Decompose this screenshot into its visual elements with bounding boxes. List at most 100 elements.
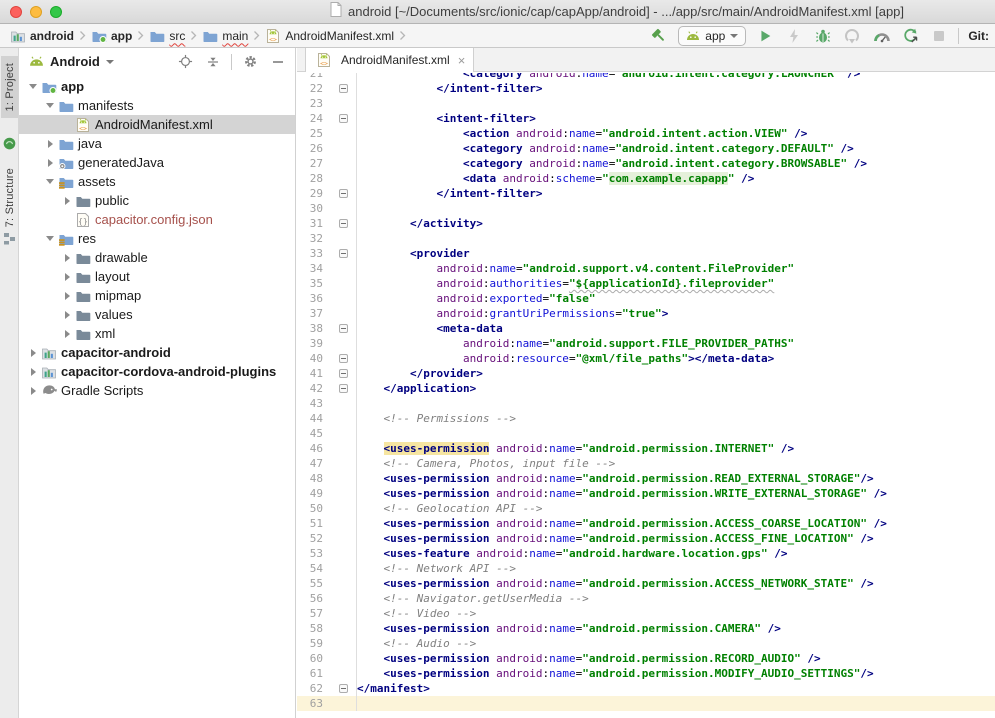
project-view-header[interactable]: Android <box>19 48 296 75</box>
code-line-53[interactable]: 53 <uses-feature android:name="android.h… <box>297 546 995 561</box>
code-text[interactable]: android:exported="false" <box>357 291 995 306</box>
breadcrumb-item-android[interactable]: android <box>8 28 76 44</box>
code-text[interactable]: <uses-permission android:name="android.p… <box>357 621 995 636</box>
code-text[interactable]: <uses-feature android:name="android.hard… <box>357 546 995 561</box>
code-text[interactable]: <category android:name="android.intent.c… <box>357 141 995 156</box>
code-text[interactable]: <!-- Navigator.getUserMedia --> <box>357 591 995 606</box>
tree-chevron-right-icon[interactable] <box>61 292 73 300</box>
code-text[interactable]: </intent-filter> <box>357 81 995 96</box>
captures-icon[interactable] <box>2 136 17 156</box>
tree-item-res[interactable]: res <box>19 229 296 248</box>
attach-profiler-icon[interactable] <box>842 26 862 46</box>
code-text[interactable]: <!-- Camera, Photos, input file --> <box>357 456 995 471</box>
code-line-30[interactable]: 30 <box>297 201 995 216</box>
code-line-37[interactable]: 37 android:grantUriPermissions="true"> <box>297 306 995 321</box>
tree-item-capacitor-android[interactable]: capacitor-android <box>19 343 296 362</box>
tree-chevron-right-icon[interactable] <box>44 140 56 148</box>
tree-item-xml[interactable]: xml <box>19 324 296 343</box>
code-line-25[interactable]: 25 <action android:name="android.intent.… <box>297 126 995 141</box>
code-text[interactable]: <uses-permission android:name="android.p… <box>357 441 995 456</box>
zoom-window-button[interactable] <box>50 6 62 18</box>
fold-marker-icon[interactable] <box>339 189 348 198</box>
tool-button-project[interactable]: 1: Project <box>1 56 18 118</box>
code-line-44[interactable]: 44 <!-- Permissions --> <box>297 411 995 426</box>
fold-marker-icon[interactable] <box>339 249 348 258</box>
code-text[interactable] <box>357 426 995 441</box>
fold-marker-icon[interactable] <box>339 114 348 123</box>
stop-button[interactable] <box>929 26 949 46</box>
code-line-31[interactable]: 31 </activity> <box>297 216 995 231</box>
tree-item-mipmap[interactable]: mipmap <box>19 286 296 305</box>
code-text[interactable]: <category android:name="android.intent.c… <box>357 73 995 81</box>
run-configuration-selector[interactable]: app <box>678 26 746 46</box>
tree-item-androidmanifest-xml[interactable]: <>AndroidManifest.xml <box>19 115 296 134</box>
code-text[interactable]: </intent-filter> <box>357 186 995 201</box>
code-line-21[interactable]: 21 <category android:name="android.inten… <box>297 73 995 81</box>
code-line-63[interactable]: 63 <box>297 696 995 711</box>
code-text[interactable]: <uses-permission android:name="android.p… <box>357 651 995 666</box>
tree-chevron-right-icon[interactable] <box>44 159 56 167</box>
code-text[interactable]: <uses-permission android:name="android.p… <box>357 471 995 486</box>
tree-chevron-right-icon[interactable] <box>61 330 73 338</box>
code-line-51[interactable]: 51 <uses-permission android:name="androi… <box>297 516 995 531</box>
code-line-55[interactable]: 55 <uses-permission android:name="androi… <box>297 576 995 591</box>
debug-button[interactable] <box>813 26 833 46</box>
code-line-32[interactable]: 32 <box>297 231 995 246</box>
code-text[interactable]: </provider> <box>357 366 995 381</box>
tree-chevron-right-icon[interactable] <box>61 273 73 281</box>
code-text[interactable]: <uses-permission android:name="android.p… <box>357 531 995 546</box>
minimize-window-button[interactable] <box>30 6 42 18</box>
gradle-sync-icon[interactable] <box>900 26 920 46</box>
code-text[interactable]: <intent-filter> <box>357 111 995 126</box>
fold-marker-icon[interactable] <box>339 684 348 693</box>
code-line-42[interactable]: 42 </application> <box>297 381 995 396</box>
code-line-24[interactable]: 24 <intent-filter> <box>297 111 995 126</box>
code-line-34[interactable]: 34 android:name="android.support.v4.cont… <box>297 261 995 276</box>
code-text[interactable]: android:grantUriPermissions="true"> <box>357 306 995 321</box>
tree-item-public[interactable]: public <box>19 191 296 210</box>
tree-chevron-right-icon[interactable] <box>61 197 73 205</box>
code-text[interactable]: android:authorities="${applicationId}.fi… <box>357 276 995 291</box>
code-line-36[interactable]: 36 android:exported="false" <box>297 291 995 306</box>
tree-chevron-down-icon[interactable] <box>44 179 56 184</box>
tree-chevron-down-icon[interactable] <box>44 236 56 241</box>
fold-marker-icon[interactable] <box>339 324 348 333</box>
code-text[interactable] <box>357 201 995 216</box>
code-line-59[interactable]: 59 <!-- Audio --> <box>297 636 995 651</box>
tree-chevron-right-icon[interactable] <box>27 387 39 395</box>
code-text[interactable]: <data android:scheme="com.example.capapp… <box>357 171 995 186</box>
code-text[interactable]: <!-- Geolocation API --> <box>357 501 995 516</box>
gear-icon[interactable] <box>240 52 260 72</box>
code-line-46[interactable]: 46 <uses-permission android:name="androi… <box>297 441 995 456</box>
tree-chevron-right-icon[interactable] <box>27 349 39 357</box>
tree-chevron-down-icon[interactable] <box>44 103 56 108</box>
apply-changes-icon[interactable] <box>784 26 804 46</box>
code-line-41[interactable]: 41 </provider> <box>297 366 995 381</box>
close-window-button[interactable] <box>10 6 22 18</box>
breadcrumb-item-androidmanifest-xml[interactable]: <>AndroidManifest.xml <box>263 28 396 44</box>
code-text[interactable]: <!-- Video --> <box>357 606 995 621</box>
code-text[interactable]: android:name="android.support.FILE_PROVI… <box>357 336 995 351</box>
code-line-58[interactable]: 58 <uses-permission android:name="androi… <box>297 621 995 636</box>
fold-marker-icon[interactable] <box>339 219 348 228</box>
tree-item-manifests[interactable]: manifests <box>19 96 296 115</box>
code-line-57[interactable]: 57 <!-- Video --> <box>297 606 995 621</box>
code-text[interactable]: <uses-permission android:name="android.p… <box>357 486 995 501</box>
code-line-27[interactable]: 27 <category android:name="android.inten… <box>297 156 995 171</box>
code-editor[interactable]: 21 <category android:name="android.inten… <box>297 73 995 718</box>
code-line-60[interactable]: 60 <uses-permission android:name="androi… <box>297 651 995 666</box>
fold-marker-icon[interactable] <box>339 84 348 93</box>
tree-item-drawable[interactable]: drawable <box>19 248 296 267</box>
tree-chevron-right-icon[interactable] <box>61 254 73 262</box>
code-line-38[interactable]: 38 <meta-data <box>297 321 995 336</box>
tree-item-generatedjava[interactable]: generatedJava <box>19 153 296 172</box>
code-text[interactable]: </manifest> <box>357 681 995 696</box>
code-text[interactable]: android:name="android.support.v4.content… <box>357 261 995 276</box>
tree-item-assets[interactable]: assets <box>19 172 296 191</box>
tree-item-capacitor-config-json[interactable]: {}capacitor.config.json <box>19 210 296 229</box>
code-line-62[interactable]: 62</manifest> <box>297 681 995 696</box>
locate-file-icon[interactable] <box>175 52 195 72</box>
code-line-52[interactable]: 52 <uses-permission android:name="androi… <box>297 531 995 546</box>
code-line-26[interactable]: 26 <category android:name="android.inten… <box>297 141 995 156</box>
code-text[interactable]: <!-- Audio --> <box>357 636 995 651</box>
